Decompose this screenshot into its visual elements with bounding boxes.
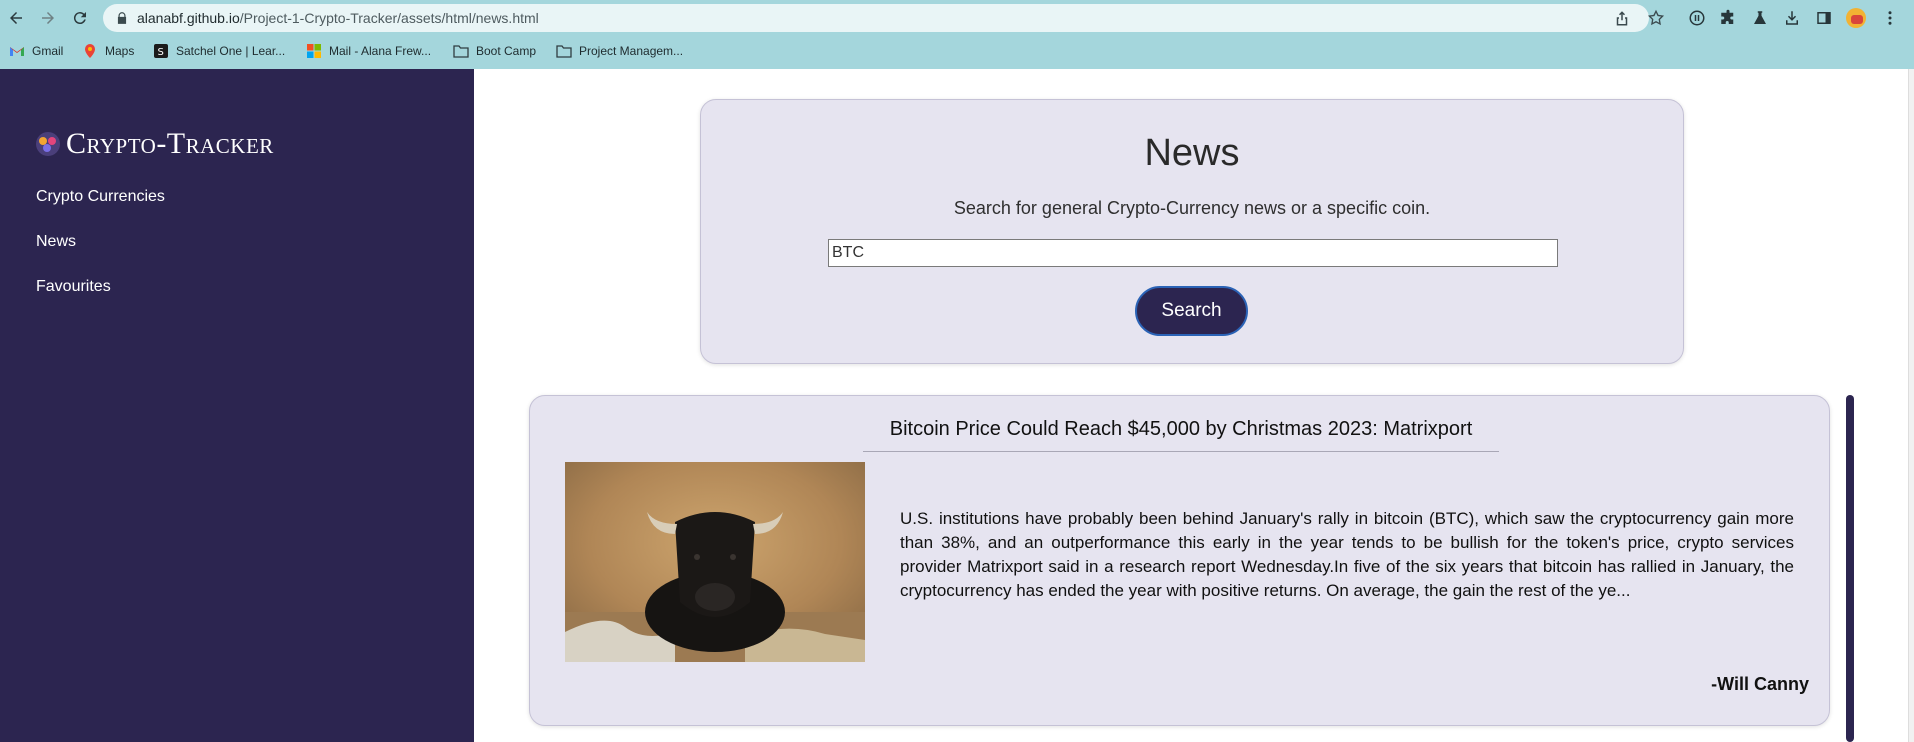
sidebar-item-favourites[interactable]: Favourites — [36, 277, 165, 322]
search-input[interactable] — [828, 239, 1558, 267]
extension-icon-1[interactable] — [1686, 7, 1708, 29]
bookmark-label: Satchel One | Lear... — [176, 44, 286, 58]
address-bar[interactable]: alanabf.github.io/Project-1-Crypto-Track… — [103, 4, 1665, 32]
bookmark-label: Mail - Alana Frew... — [329, 44, 432, 58]
folder-icon — [556, 45, 572, 58]
crypto-logo-icon — [36, 132, 60, 156]
url-text: alanabf.github.io/Project-1-Crypto-Track… — [137, 10, 539, 26]
star-icon[interactable] — [1647, 9, 1665, 27]
side-panel-icon — [1817, 12, 1831, 24]
bull-photo — [565, 462, 865, 662]
url-host: alanabf.github.io — [137, 10, 240, 26]
sidebar-nav: Crypto Currencies News Favourites — [36, 187, 165, 322]
search-description: Search for general Crypto-Currency news … — [953, 198, 1431, 218]
article-summary: U.S. institutions have probably been beh… — [900, 509, 1794, 600]
page-scrollbar[interactable] — [1908, 69, 1914, 742]
arrow-left-icon — [10, 12, 22, 24]
kebab-menu-icon — [1888, 11, 1892, 25]
puzzle-icon — [1721, 9, 1734, 24]
site-title: Crypto-Tracker — [66, 127, 274, 160]
menu-button[interactable] — [1879, 7, 1901, 29]
search-button[interactable]: Search — [1135, 286, 1248, 336]
browser-chrome: alanabf.github.io/Project-1-Crypto-Track… — [0, 0, 1914, 69]
forward-button[interactable] — [36, 6, 60, 30]
arrow-right-icon — [42, 12, 54, 24]
results-scrollbar[interactable] — [1846, 395, 1854, 742]
lock-icon — [117, 12, 127, 24]
download-icon — [1786, 11, 1798, 25]
bookmarks-bar: Gmail Maps S Satchel One | Lear... Mail … — [0, 40, 1914, 62]
svg-text:S: S — [158, 47, 164, 58]
flask-icon — [1754, 11, 1766, 24]
bookmark-maps[interactable]: Maps — [82, 40, 134, 62]
extension-icon-2[interactable] — [1749, 7, 1771, 29]
news-article-card: Bitcoin Price Could Reach $45,000 by Chr… — [529, 395, 1830, 726]
article-image — [565, 462, 865, 662]
bookmark-mail[interactable]: Mail - Alana Frew... — [306, 40, 431, 62]
satchel-icon: S — [154, 44, 168, 58]
folder-icon — [453, 45, 469, 58]
bookmark-label: Gmail — [32, 44, 64, 58]
url-path: /Project-1-Crypto-Tracker/assets/html/ne… — [239, 10, 539, 26]
profile-avatar[interactable] — [1846, 8, 1866, 28]
bookmark-label: Boot Camp — [476, 44, 537, 58]
bookmark-label: Project Managem... — [579, 44, 684, 58]
sidebar-item-news[interactable]: News — [36, 232, 165, 277]
maps-icon — [85, 44, 95, 58]
news-search-card: News Search for general Crypto-Currency … — [700, 99, 1684, 364]
share-icon[interactable] — [1613, 9, 1631, 27]
downloads-button[interactable] — [1781, 7, 1803, 29]
sidebar: Crypto-Tracker Crypto Currencies News Fa… — [0, 69, 474, 742]
bookmark-satchel[interactable]: S Satchel One | Lear... — [153, 40, 285, 62]
gmail-icon — [10, 47, 24, 56]
microsoft-icon — [307, 44, 321, 58]
sidebar-item-crypto-currencies[interactable]: Crypto Currencies — [36, 187, 165, 232]
reload-icon — [73, 12, 86, 25]
bookmark-project-management[interactable]: Project Managem... — [556, 40, 683, 62]
extensions-button[interactable] — [1717, 7, 1739, 29]
article-title[interactable]: Bitcoin Price Could Reach $45,000 by Chr… — [863, 418, 1499, 452]
article-author: -Will Canny — [1711, 674, 1809, 694]
bookmark-gmail[interactable]: Gmail — [9, 40, 63, 62]
browser-toolbar: alanabf.github.io/Project-1-Crypto-Track… — [0, 0, 1914, 36]
circle-extension-icon — [1689, 10, 1705, 26]
back-button[interactable] — [4, 6, 28, 30]
bookmark-boot-camp[interactable]: Boot Camp — [453, 40, 536, 62]
bookmark-label: Maps — [105, 44, 135, 58]
side-panel-button[interactable] — [1813, 7, 1835, 29]
site-logo[interactable]: Crypto-Tracker — [36, 127, 274, 161]
page-title: News — [1144, 132, 1240, 174]
reload-button[interactable] — [68, 6, 92, 30]
